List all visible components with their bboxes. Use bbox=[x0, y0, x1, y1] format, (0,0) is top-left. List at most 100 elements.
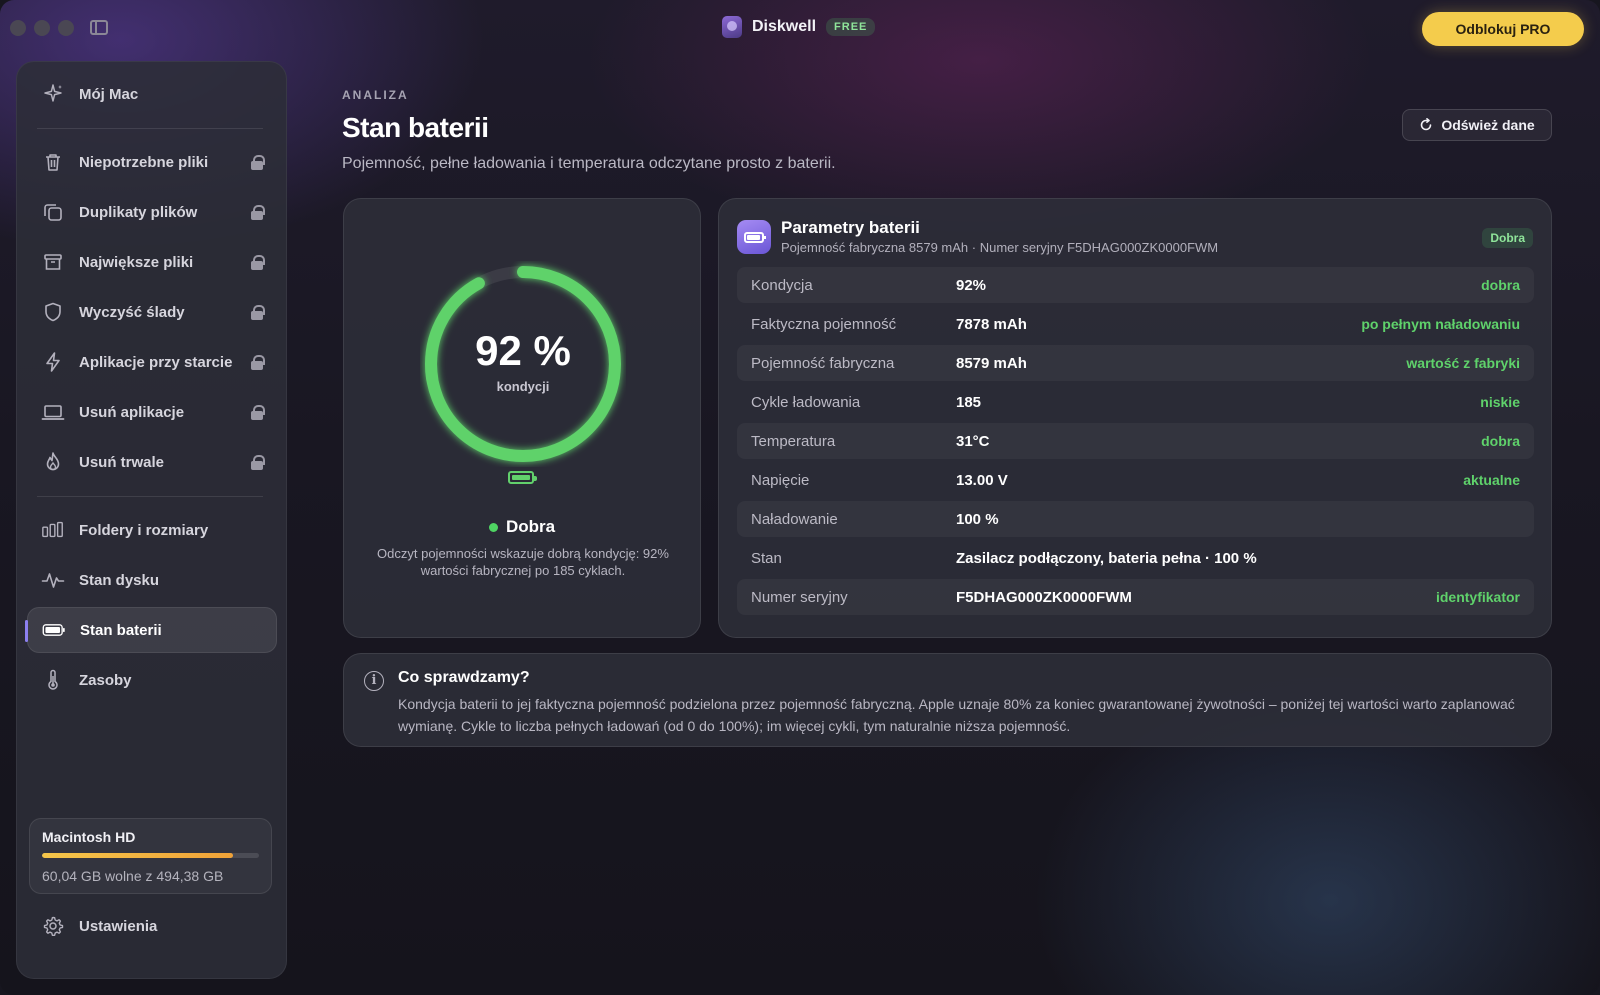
page-title: Stan baterii bbox=[342, 112, 489, 143]
sidebar-item-label: Ustawienia bbox=[79, 917, 158, 935]
gear-icon bbox=[41, 914, 65, 938]
sidebar-item-uninstaller[interactable]: Usuń aplikacje bbox=[27, 389, 277, 435]
disk-usage-card: Macintosh HD 60,04 GB wolne z 494,38 GB bbox=[29, 818, 272, 894]
sidebar-item-battery-health[interactable]: Stan baterii bbox=[25, 607, 277, 653]
app-logo-icon bbox=[722, 16, 742, 38]
info-icon: i bbox=[364, 671, 384, 691]
sidebar-item-label: Usuń aplikacje bbox=[79, 403, 185, 421]
lock-icon bbox=[251, 305, 265, 320]
battery-full-icon bbox=[508, 471, 537, 484]
sidebar-item-duplicates[interactable]: Duplikaty plików bbox=[27, 189, 277, 235]
status-badge: Dobra bbox=[1482, 228, 1533, 248]
health-caption: kondycji bbox=[496, 379, 550, 394]
param-label: Numer seryjny bbox=[751, 588, 848, 606]
param-label: Faktyczna pojemność bbox=[751, 315, 897, 333]
param-row-design-capacity: Pojemność fabryczna 8579 mAh wartość z f… bbox=[737, 345, 1534, 381]
plan-badge: FREE bbox=[826, 18, 876, 36]
sidebar-item-folders-sizes[interactable]: Foldery i rozmiary bbox=[27, 507, 277, 553]
params-title: Parametry baterii bbox=[781, 218, 920, 237]
lock-icon bbox=[251, 455, 265, 470]
sidebar-item-label: Największe pliki bbox=[79, 253, 194, 271]
sidebar-item-clear-traces[interactable]: Wyczyść ślady bbox=[27, 289, 277, 335]
app-title: Diskwell FREE bbox=[722, 16, 876, 38]
sidebar-item-label: Aplikacje przy starcie bbox=[79, 353, 233, 371]
lock-icon bbox=[251, 155, 265, 170]
sidebar-item-junk-files[interactable]: Niepotrzebne pliki bbox=[27, 139, 277, 185]
sidebar-item-label: Mój Mac bbox=[79, 85, 139, 103]
param-value: 100 % bbox=[956, 510, 999, 528]
battery-icon bbox=[42, 618, 66, 642]
sidebar-item-disk-health[interactable]: Stan dysku bbox=[27, 557, 277, 603]
param-value: 92% bbox=[956, 276, 987, 294]
param-row-serial-number: Numer seryjny F5DHAG000ZK0000FWM identyf… bbox=[737, 579, 1534, 615]
param-note: aktualne bbox=[1463, 472, 1520, 488]
unlock-pro-button[interactable]: Odblokuj PRO bbox=[1422, 12, 1584, 46]
lock-icon bbox=[251, 355, 265, 370]
param-value: 13.00 V bbox=[956, 471, 1008, 489]
param-label: Temperatura bbox=[751, 432, 836, 450]
param-value: 185 bbox=[956, 393, 982, 411]
param-row-state: Stan Zasilacz podłączony, bateria pełna … bbox=[737, 540, 1534, 576]
status-dot-icon bbox=[488, 522, 498, 532]
sidebar-item-label: Zasoby bbox=[79, 671, 132, 689]
param-row-temperature: Temperatura 31°C dobra bbox=[737, 423, 1534, 459]
param-label: Naładowanie bbox=[751, 510, 838, 528]
refresh-icon bbox=[1421, 118, 1432, 131]
sidebar-item-settings[interactable]: Ustawienia bbox=[27, 903, 277, 949]
param-row-voltage: Napięcie 13.00 V aktualne bbox=[737, 462, 1534, 498]
sidebar-divider bbox=[37, 128, 263, 129]
sidebar-item-login-items[interactable]: Aplikacje przy starcie bbox=[27, 339, 277, 385]
param-value: 8579 mAh bbox=[956, 354, 1027, 372]
section-eyebrow: ANALIZA bbox=[342, 88, 409, 102]
param-label: Stan bbox=[751, 549, 782, 567]
sidebar-divider bbox=[37, 496, 263, 497]
param-value: 31°C bbox=[956, 432, 990, 450]
lock-icon bbox=[251, 255, 265, 270]
sidebar-item-resources[interactable]: Zasoby bbox=[27, 657, 277, 703]
sidebar-item-label: Wyczyść ślady bbox=[79, 303, 185, 321]
refresh-button-label: Odśwież dane bbox=[1441, 117, 1535, 133]
sidebar-item-label: Stan baterii bbox=[80, 621, 162, 639]
sidebar-item-label: Usuń trwale bbox=[79, 453, 165, 471]
refresh-data-button[interactable]: Odśwież dane bbox=[1402, 109, 1552, 141]
battery-app-icon bbox=[737, 220, 771, 254]
disk-free-text: 60,04 GB wolne z 494,38 GB bbox=[42, 868, 224, 884]
sidebar-toggle-icon[interactable] bbox=[90, 20, 108, 35]
param-note: dobra bbox=[1481, 277, 1520, 293]
minimize-window-button[interactable] bbox=[34, 20, 50, 36]
duplicate-icon bbox=[41, 200, 65, 224]
param-note: dobra bbox=[1481, 433, 1520, 449]
lock-icon bbox=[251, 205, 265, 220]
archive-box-icon bbox=[41, 250, 65, 274]
sidebar-item-label: Duplikaty plików bbox=[79, 203, 198, 221]
sidebar-item-shredder[interactable]: Usuń trwale bbox=[27, 439, 277, 485]
sidebar-item-my-mac[interactable]: Mój Mac bbox=[27, 71, 277, 117]
param-value: F5DHAG000ZK0000FWM bbox=[956, 588, 1132, 606]
param-label: Pojemność fabryczna bbox=[751, 354, 895, 372]
sidebar-item-label: Stan dysku bbox=[79, 571, 160, 589]
thermometer-icon bbox=[41, 668, 65, 692]
app-name: Diskwell bbox=[752, 18, 817, 35]
flame-icon bbox=[41, 450, 65, 474]
params-subtitle: Pojemność fabryczna 8579 mAh · Numer ser… bbox=[781, 240, 1219, 255]
page-subtitle: Pojemność, pełne ładowania i temperatura… bbox=[342, 155, 836, 172]
param-note: po pełnym naładowaniu bbox=[1361, 316, 1520, 332]
app-window: Diskwell FREE Odblokuj PRO Mój Mac Niepo… bbox=[0, 0, 1600, 995]
pulse-icon bbox=[41, 568, 65, 592]
close-window-button[interactable] bbox=[10, 20, 26, 36]
sidebar-item-label: Niepotrzebne pliki bbox=[79, 153, 209, 171]
sidebar-item-label: Foldery i rozmiary bbox=[79, 521, 209, 539]
sidebar: Mój Mac Niepotrzebne pliki Duplikaty pli… bbox=[16, 61, 287, 979]
bolt-icon bbox=[41, 350, 65, 374]
laptop-icon bbox=[41, 400, 65, 424]
param-row-actual-capacity: Faktyczna pojemność 7878 mAh po pełnym n… bbox=[737, 306, 1534, 342]
window-controls bbox=[10, 20, 74, 36]
what-we-check-card: i Co sprawdzamy? Kondycja baterii to jej… bbox=[343, 653, 1552, 747]
info-title: Co sprawdzamy? bbox=[398, 669, 530, 686]
zoom-window-button[interactable] bbox=[58, 20, 74, 36]
sidebar-item-largest-files[interactable]: Największe pliki bbox=[27, 239, 277, 285]
disk-name: Macintosh HD bbox=[42, 829, 136, 845]
health-status-text: Dobra bbox=[505, 517, 556, 536]
health-gauge: 92 % kondycji bbox=[420, 261, 626, 467]
shield-icon bbox=[41, 300, 65, 324]
